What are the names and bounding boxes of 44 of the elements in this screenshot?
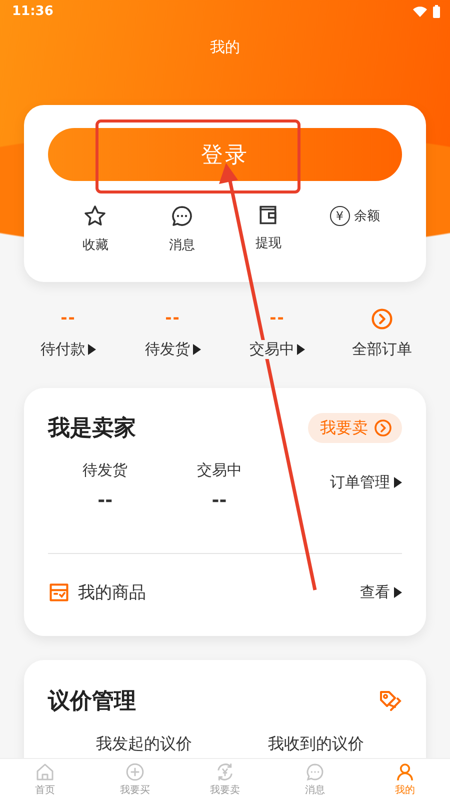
order-status-link[interactable]: 待付款: [40, 340, 86, 359]
section-title: 我是卖家: [48, 414, 136, 443]
arrow-circle-icon: [370, 308, 393, 330]
stat-label: 交易中: [196, 461, 242, 480]
shortcut-label[interactable]: 提现: [255, 234, 282, 252]
box-icon: [48, 581, 70, 603]
stat-value: --: [98, 490, 113, 511]
chat-icon: [170, 204, 194, 228]
yen-icon: ¥: [330, 206, 350, 226]
tag-icon[interactable]: [378, 689, 402, 713]
wallet-icon: [257, 204, 280, 226]
triangle-icon: [192, 344, 201, 355]
shortcut-label[interactable]: 消息: [168, 236, 195, 254]
person-icon: [395, 762, 415, 782]
stat-label: 待发货: [82, 461, 128, 480]
triangle-icon: [88, 344, 96, 355]
order-manage-link[interactable]: 订单管理: [330, 473, 390, 492]
order-count: --: [60, 308, 76, 329]
plus-circle-icon: [125, 762, 145, 782]
order-count: --: [165, 308, 180, 329]
home-icon: [35, 762, 55, 782]
order-count: --: [270, 308, 285, 329]
negotiation-link[interactable]: 我发起的议价: [96, 734, 192, 755]
order-status-link[interactable]: 交易中: [249, 340, 294, 359]
stat-value: --: [212, 490, 227, 511]
order-status-link[interactable]: 待发货: [144, 340, 190, 359]
shortcut-label[interactable]: 收藏: [82, 236, 108, 254]
negotiation-link[interactable]: 我收到的议价: [268, 734, 364, 755]
page-title: 我的: [210, 38, 240, 58]
view-link[interactable]: 查看: [360, 582, 390, 602]
exchange-icon: [215, 762, 235, 782]
section-title: 议价管理: [48, 688, 136, 716]
triangle-icon: [394, 477, 402, 488]
star-icon: [83, 204, 108, 228]
triangle-icon: [394, 586, 402, 598]
order-status-link[interactable]: 全部订单: [352, 340, 412, 359]
balance-label[interactable]: 余额: [354, 207, 380, 225]
battery-icon: [433, 4, 440, 18]
wifi-icon: [413, 6, 427, 16]
triangle-icon: [297, 344, 306, 355]
chat-icon: [305, 762, 325, 782]
arrow-circle-icon: [374, 419, 392, 437]
clock: 11:36: [12, 4, 54, 18]
products-label[interactable]: 我的商品: [78, 580, 146, 604]
